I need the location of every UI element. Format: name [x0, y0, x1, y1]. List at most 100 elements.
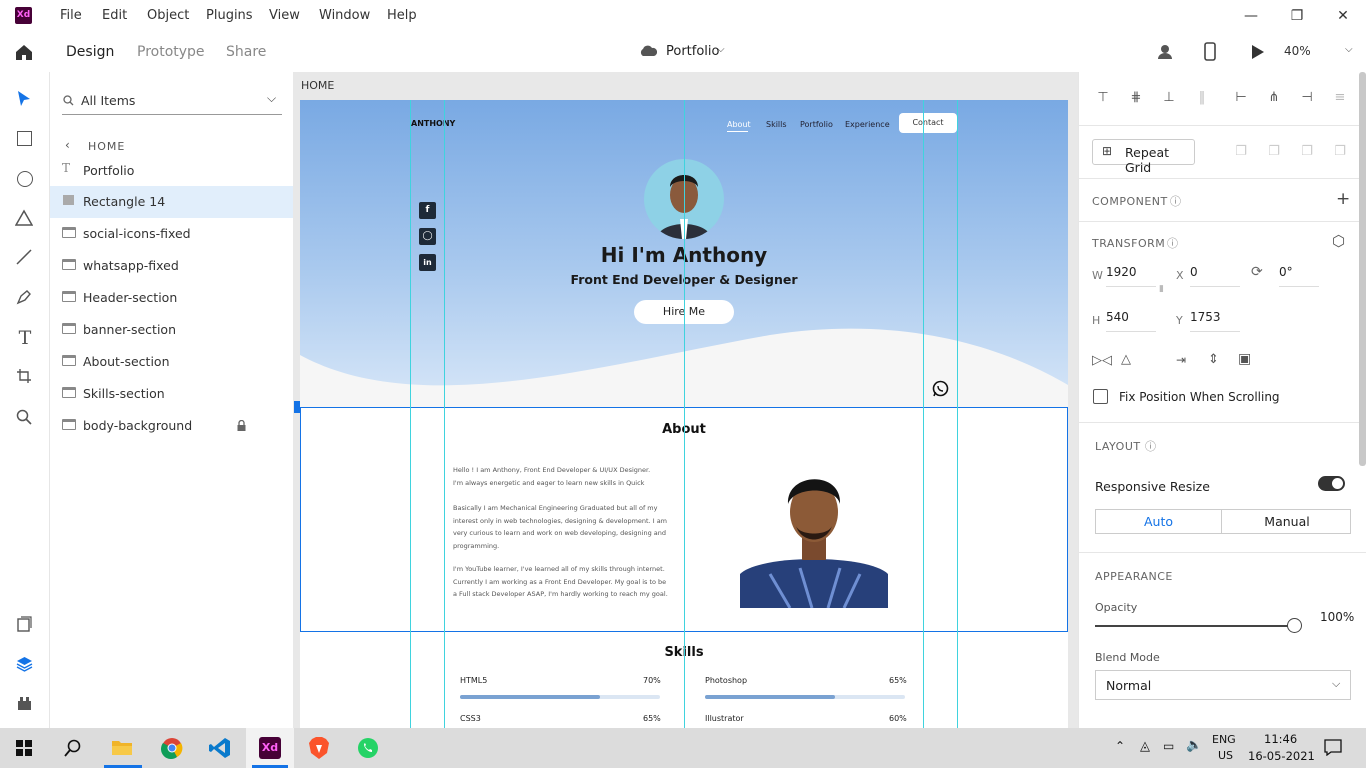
vertical-spacing-icon[interactable]: ⇕: [1208, 352, 1219, 367]
opacity-value[interactable]: 100%: [1320, 610, 1354, 624]
align-middle-icon[interactable]: ⋕: [1127, 89, 1145, 107]
blend-mode-select[interactable]: Normal ⌵: [1095, 670, 1351, 700]
layer-item[interactable]: social-icons-fixed: [50, 218, 293, 250]
layers-icon[interactable]: [16, 656, 33, 672]
boolean-add-icon[interactable]: ❐: [1232, 143, 1250, 161]
skill-bar[interactable]: [460, 695, 660, 699]
align-right-icon[interactable]: ⊣: [1298, 89, 1316, 107]
resize-manual-button[interactable]: Manual: [1223, 510, 1351, 533]
boolean-subtract-icon[interactable]: ❐: [1265, 143, 1283, 161]
x-field[interactable]: 0: [1190, 265, 1240, 287]
distribute-horizontal-icon[interactable]: ‖: [1193, 89, 1211, 107]
skill-name[interactable]: Illustrator: [705, 714, 744, 723]
tab-share[interactable]: Share: [226, 44, 266, 60]
document-title[interactable]: Portfolio: [666, 44, 719, 59]
skill-name[interactable]: Photoshop: [705, 676, 747, 685]
align-center-icon[interactable]: ⋔: [1265, 89, 1283, 107]
language-indicator[interactable]: ENG: [1212, 733, 1236, 746]
width-field[interactable]: 1920: [1106, 265, 1156, 287]
instagram-icon[interactable]: ◯: [419, 228, 436, 245]
restore-icon[interactable]: ❐: [1274, 4, 1320, 28]
layer-item[interactable]: whatsapp-fixed: [50, 250, 293, 282]
plugins-icon[interactable]: [17, 696, 32, 711]
contact-button[interactable]: Contact: [899, 113, 957, 133]
skill-name[interactable]: CSS3: [460, 714, 481, 723]
adobe-xd-taskbar-icon[interactable]: Xd: [259, 737, 281, 759]
add-component-icon[interactable]: +: [1336, 189, 1350, 209]
fix-position-checkbox[interactable]: [1093, 389, 1108, 404]
polygon-tool-icon[interactable]: [15, 209, 33, 227]
nav-about[interactable]: About: [727, 120, 751, 129]
linkedin-icon[interactable]: in: [419, 254, 436, 271]
language-region[interactable]: US: [1218, 749, 1233, 762]
skill-percent[interactable]: 65%: [889, 676, 907, 685]
brand-logo[interactable]: ANTHONY: [411, 119, 455, 128]
tab-design[interactable]: Design: [66, 44, 114, 60]
about-paragraph-3[interactable]: I'm YouTube learner, I've learned all of…: [453, 563, 683, 601]
facebook-icon[interactable]: f: [419, 202, 436, 219]
layer-item[interactable]: body-background: [50, 410, 293, 442]
design-canvas[interactable]: HOME ANTHONY About Skills Portfolio Expe…: [293, 72, 1078, 728]
boolean-intersect-icon[interactable]: ❐: [1298, 143, 1316, 161]
menu-window[interactable]: Window: [319, 8, 370, 23]
zoom-tool-icon[interactable]: [16, 409, 32, 425]
device-preview-icon[interactable]: [1204, 42, 1216, 62]
tab-prototype[interactable]: Prototype: [137, 44, 205, 60]
chrome-icon[interactable]: [161, 737, 183, 759]
menu-plugins[interactable]: Plugins: [206, 8, 253, 23]
flip-horizontal-icon[interactable]: ▷◁: [1092, 353, 1112, 368]
info-icon[interactable]: ⓘ: [1167, 235, 1178, 251]
resize-auto-button[interactable]: Auto: [1096, 510, 1222, 533]
artboard-label[interactable]: HOME: [301, 79, 334, 92]
layer-item[interactable]: Header-section: [50, 282, 293, 314]
repeat-grid-button[interactable]: ⊞ Repeat Grid: [1092, 139, 1195, 175]
skill-percent[interactable]: 65%: [643, 714, 661, 723]
info-icon[interactable]: ⓘ: [1145, 438, 1156, 454]
panel-scrollbar[interactable]: [1359, 72, 1366, 466]
lock-aspect-icon[interactable]: ▮: [1159, 284, 1164, 294]
nav-skills[interactable]: Skills: [766, 120, 787, 129]
skill-name[interactable]: HTML5: [460, 676, 487, 685]
opacity-slider-handle[interactable]: [1287, 618, 1302, 633]
minimize-icon[interactable]: —: [1228, 4, 1274, 28]
align-bottom-icon[interactable]: ⊥: [1160, 89, 1178, 107]
volume-icon[interactable]: 🔈: [1186, 738, 1202, 753]
layer-item-selected[interactable]: Rectangle 14: [50, 186, 293, 218]
menu-edit[interactable]: Edit: [102, 8, 127, 23]
zoom-chevron-icon[interactable]: ⌵: [1345, 44, 1353, 55]
text-tool-icon[interactable]: T: [13, 326, 37, 350]
vscode-icon[interactable]: [209, 737, 231, 759]
responsive-resize-toggle[interactable]: [1318, 476, 1345, 491]
whatsapp-icon[interactable]: [932, 380, 949, 397]
layer-item[interactable]: T Portfolio: [50, 155, 293, 187]
back-chevron-icon[interactable]: ‹: [65, 138, 70, 152]
assets-icon[interactable]: [17, 616, 32, 632]
invite-user-icon[interactable]: [1157, 42, 1175, 60]
flip-vertical-icon[interactable]: △: [1121, 352, 1131, 367]
about-photo[interactable]: [740, 464, 888, 608]
selection-handle[interactable]: [294, 401, 300, 413]
zoom-level[interactable]: 40%: [1284, 44, 1311, 58]
layers-search-input[interactable]: All Items ⌵: [62, 87, 282, 115]
info-icon[interactable]: ⓘ: [1170, 193, 1181, 209]
skill-bar[interactable]: [705, 695, 905, 699]
line-tool-icon[interactable]: [16, 249, 32, 265]
ellipse-tool-icon[interactable]: [17, 171, 33, 187]
distribute-spacing-icon[interactable]: ⇥: [1176, 353, 1186, 367]
search-icon[interactable]: [64, 739, 82, 757]
clock-time[interactable]: 11:46: [1264, 732, 1297, 746]
align-left-icon[interactable]: ⊢: [1232, 89, 1250, 107]
menu-object[interactable]: Object: [147, 8, 189, 23]
brave-icon[interactable]: [308, 736, 330, 760]
layer-item[interactable]: banner-section: [50, 314, 293, 346]
network-icon[interactable]: ◬: [1140, 739, 1150, 754]
file-explorer-icon[interactable]: [111, 738, 133, 756]
distribute-vertical-icon[interactable]: ≡: [1331, 89, 1349, 107]
home-icon[interactable]: [14, 43, 34, 61]
lock-icon[interactable]: [237, 420, 246, 431]
select-tool-icon[interactable]: [17, 90, 31, 108]
rotation-field[interactable]: 0°: [1279, 265, 1319, 287]
menu-help[interactable]: Help: [387, 8, 417, 23]
about-paragraph-1[interactable]: Hello ! I am Anthony, Front End Develope…: [453, 464, 683, 489]
artboard[interactable]: ANTHONY About Skills Portfolio Experienc…: [300, 100, 1068, 728]
